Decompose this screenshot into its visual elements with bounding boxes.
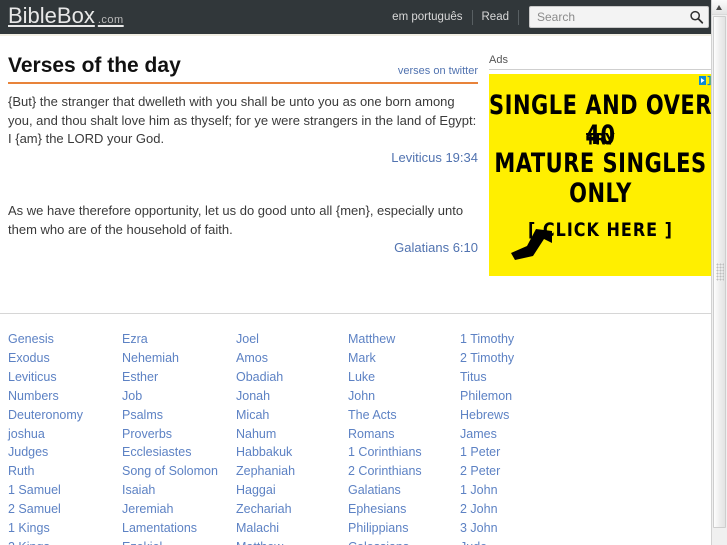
ad-headline-line3: MATURE SINGLES ONLY bbox=[494, 148, 707, 208]
pointing-hand-icon bbox=[511, 229, 552, 260]
site-header: BibleBox .com em português Read bbox=[0, 0, 727, 36]
grip-dots-icon bbox=[716, 263, 724, 281]
scrollbar-thumb[interactable] bbox=[713, 16, 726, 528]
book-link[interactable]: 1 Timothy bbox=[460, 330, 610, 349]
verses-on-twitter-link[interactable]: verses on twitter bbox=[398, 65, 478, 77]
book-link[interactable]: James bbox=[460, 425, 610, 444]
book-link[interactable]: Jude bbox=[460, 538, 610, 545]
bible-books-list: Genesis Exodus Leviticus Numbers Deutero… bbox=[0, 330, 712, 545]
book-link[interactable]: 1 John bbox=[460, 481, 610, 500]
advertisement-banner[interactable]: SINGLE AND OVER 40 TRY MATURE SINGLES ON… bbox=[489, 74, 712, 276]
ads-section: Ads SINGLE AND OVER 40 TRY MATURE SINGLE… bbox=[489, 54, 712, 276]
adchoices-icon[interactable] bbox=[698, 75, 711, 86]
search-icon[interactable] bbox=[688, 9, 705, 25]
logo-name: BibleBox bbox=[8, 3, 95, 28]
scrollbar-up-button[interactable] bbox=[712, 0, 727, 15]
main-content: Verses of the day verses on twitter {But… bbox=[0, 38, 712, 313]
books-column-5: 1 Timothy 2 Timothy Titus Philemon Hebre… bbox=[460, 330, 610, 545]
verse-reference-link[interactable]: Leviticus 19:34 bbox=[8, 149, 478, 168]
section-header: Verses of the day verses on twitter bbox=[8, 54, 478, 84]
book-link[interactable]: Philemon bbox=[460, 387, 610, 406]
verse-item: {But} the stranger that dwelleth with yo… bbox=[8, 93, 478, 167]
header-nav: em português Read bbox=[383, 0, 709, 34]
read-link[interactable]: Read bbox=[473, 9, 519, 25]
site-logo[interactable]: BibleBox .com bbox=[8, 3, 124, 29]
ad-headline-line2: TRY bbox=[585, 131, 616, 150]
page-title: Verses of the day bbox=[8, 54, 181, 77]
page-root: BibleBox.com em português Read Verses of… bbox=[0, 0, 727, 545]
verse-reference-link[interactable]: Galatians 6:10 bbox=[8, 239, 478, 258]
book-link[interactable]: 1 Peter bbox=[460, 443, 610, 462]
logo-suffix: .com bbox=[97, 14, 124, 26]
verse-item: As we have therefore opportunity, let us… bbox=[8, 202, 478, 258]
verse-text: {But} the stranger that dwelleth with yo… bbox=[8, 94, 477, 146]
nav-divider bbox=[518, 9, 519, 25]
book-link[interactable]: 2 Timothy bbox=[460, 349, 610, 368]
verses-of-the-day-section: Verses of the day verses on twitter {But… bbox=[8, 54, 478, 258]
ads-label: Ads bbox=[489, 54, 712, 70]
section-divider bbox=[0, 313, 712, 314]
book-link[interactable]: 3 John bbox=[460, 519, 610, 538]
book-link[interactable]: Hebrews bbox=[460, 406, 610, 425]
book-link[interactable]: 2 John bbox=[460, 500, 610, 519]
search-input[interactable] bbox=[530, 8, 708, 26]
verse-text: As we have therefore opportunity, let us… bbox=[8, 203, 464, 237]
book-link[interactable]: 2 Peter bbox=[460, 462, 610, 481]
language-link[interactable]: em português bbox=[383, 9, 471, 25]
vertical-scrollbar[interactable] bbox=[711, 0, 727, 545]
book-link[interactable]: Titus bbox=[460, 368, 610, 387]
search-box[interactable] bbox=[529, 6, 709, 28]
chevron-up-icon bbox=[716, 5, 722, 10]
